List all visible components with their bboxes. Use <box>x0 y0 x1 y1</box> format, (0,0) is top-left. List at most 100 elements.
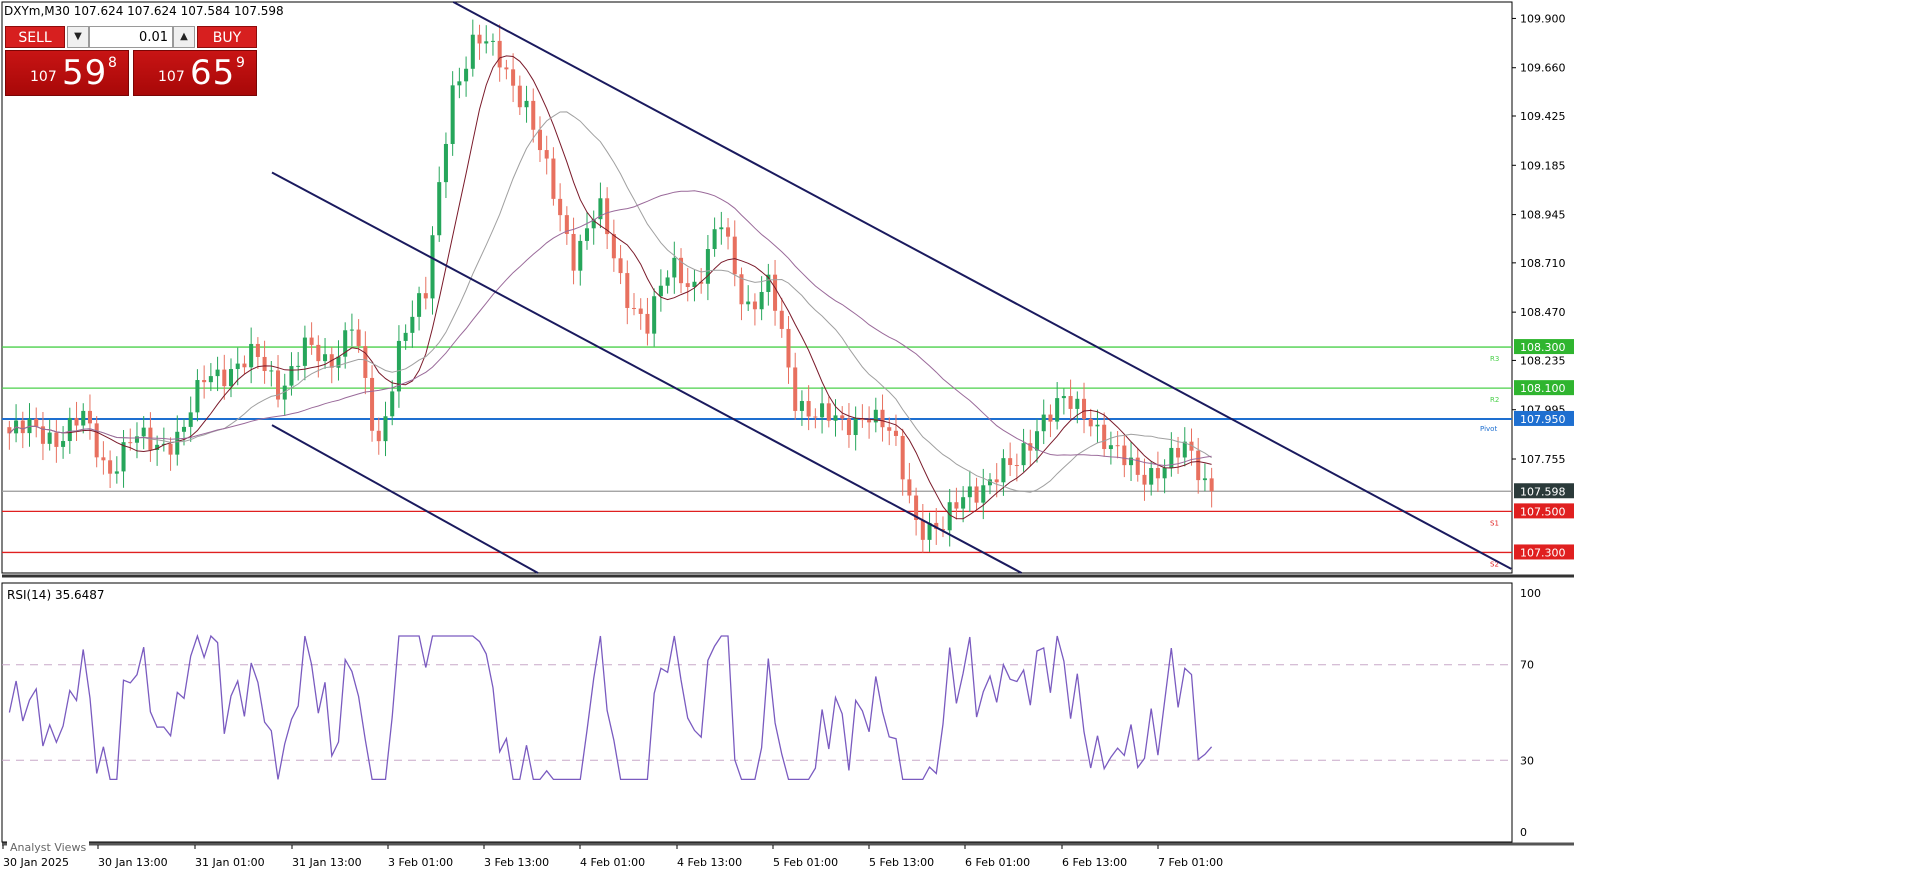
candle-body <box>363 346 368 378</box>
candle-body <box>316 344 321 362</box>
candle-body <box>1095 424 1100 427</box>
candle-body <box>799 401 804 411</box>
candle-body <box>383 416 388 442</box>
candle-body <box>584 228 590 241</box>
candle-body <box>403 332 408 341</box>
candle-body <box>524 100 529 108</box>
one-click-trading-panel: SELL ▼ ▲ BUY 107 59 8 107 65 9 <box>5 26 257 96</box>
sell-price-prefix: 107 <box>30 69 57 85</box>
candle-body <box>504 67 509 70</box>
candle-body <box>685 283 690 288</box>
candle-body <box>255 343 260 357</box>
candle-body <box>571 233 576 271</box>
candle-body <box>181 426 187 432</box>
candle-body <box>867 420 872 423</box>
candles <box>7 19 1214 553</box>
candle-body <box>981 485 986 503</box>
candle-body <box>994 479 999 483</box>
y-axis-tick-label: 109.660 <box>1520 62 1566 75</box>
buy-button[interactable]: BUY <box>197 26 257 48</box>
channel-line <box>271 171 1023 574</box>
candle-body <box>1082 398 1087 419</box>
candle-body <box>477 34 482 44</box>
x-axis-tick-label: 31 Jan 01:00 <box>195 856 265 869</box>
candle-body <box>195 380 200 413</box>
candle-body <box>840 415 845 419</box>
price-label: 107.300 <box>1520 546 1566 559</box>
candle-body <box>1149 468 1154 485</box>
level-label: Pivot <box>1480 425 1497 433</box>
candle-body <box>410 316 415 333</box>
candle-body <box>323 354 328 362</box>
candle-body <box>1088 418 1093 427</box>
candle-body <box>457 81 462 86</box>
candle-body <box>786 328 791 368</box>
sell-price-fraction: 8 <box>108 55 117 71</box>
candle-body <box>228 369 234 387</box>
candle-body <box>920 519 925 540</box>
x-axis-tick-label: 30 Jan 2025 <box>3 856 69 869</box>
candle-body <box>81 410 86 426</box>
rsi-line <box>8 633 1213 781</box>
candle-body <box>900 435 905 480</box>
candle-body <box>215 369 220 377</box>
candle-body <box>1041 414 1046 432</box>
lot-increase-icon[interactable]: ▲ <box>173 26 195 48</box>
candle-body <box>907 479 912 496</box>
candle-body <box>712 229 717 250</box>
sell-price-main: 59 <box>62 53 108 93</box>
x-axis-tick-label: 4 Feb 13:00 <box>677 856 742 869</box>
candle-body <box>893 430 898 436</box>
candle-body <box>1034 431 1040 451</box>
lot-size-input[interactable] <box>89 26 173 48</box>
analyst-views-tab[interactable]: Analyst Views <box>7 841 90 854</box>
lot-decrease-icon[interactable]: ▼ <box>67 26 89 48</box>
candle-body <box>846 418 851 436</box>
candle-body <box>175 431 180 455</box>
candle-body <box>1155 468 1160 479</box>
candle-body <box>1001 458 1006 483</box>
candle-body <box>887 427 892 431</box>
sell-button[interactable]: SELL <box>5 26 65 48</box>
candle-body <box>484 41 489 44</box>
sell-price-button[interactable]: 107 59 8 <box>5 50 129 96</box>
candle-body <box>947 502 952 531</box>
buy-price-main: 65 <box>190 53 236 93</box>
candle-body <box>544 150 549 159</box>
candle-body <box>631 307 637 309</box>
candle-body <box>188 412 193 427</box>
candle-body <box>1021 443 1026 466</box>
candle-body <box>672 257 677 278</box>
candle-body <box>578 240 583 271</box>
candle-body <box>61 441 66 447</box>
candle-body <box>1176 447 1181 458</box>
candle-body <box>1202 478 1207 481</box>
candle-body <box>974 486 979 503</box>
candle-body <box>67 417 72 442</box>
candle-body <box>235 363 240 370</box>
trading-chart[interactable]: 109.900 109.660 109.425 109.185 108.945 108.7… <box>0 0 1916 874</box>
x-axis-tick-label: 6 Feb 01:00 <box>965 856 1030 869</box>
candle-body <box>558 198 563 216</box>
x-axis-tick-label: 5 Feb 13:00 <box>869 856 934 869</box>
candle-body <box>249 343 254 368</box>
candle-body <box>853 418 858 436</box>
candle-body <box>141 427 146 437</box>
x-axis-tick-label: 5 Feb 01:00 <box>773 856 838 869</box>
channel-line <box>271 424 539 574</box>
price-label: 107.500 <box>1520 505 1566 518</box>
candle-body <box>645 313 650 334</box>
chart-canvas[interactable]: 109.900 109.660 109.425 109.185 108.945 108.7… <box>0 0 1916 874</box>
channel-line <box>452 1 1512 570</box>
y-axis-tick-label: 108.235 <box>1520 354 1566 367</box>
buy-price-button[interactable]: 107 65 9 <box>133 50 257 96</box>
candle-body <box>954 502 959 509</box>
candle-body <box>961 497 966 509</box>
rsi-axis-tick-label: 70 <box>1520 659 1534 672</box>
x-axis-tick-label: 6 Feb 13:00 <box>1062 856 1127 869</box>
candle-body <box>269 370 274 372</box>
candle-body <box>47 432 52 444</box>
candle-body <box>168 443 173 455</box>
candle-body <box>652 296 657 334</box>
x-axis-tick-label: 7 Feb 01:00 <box>1158 856 1223 869</box>
